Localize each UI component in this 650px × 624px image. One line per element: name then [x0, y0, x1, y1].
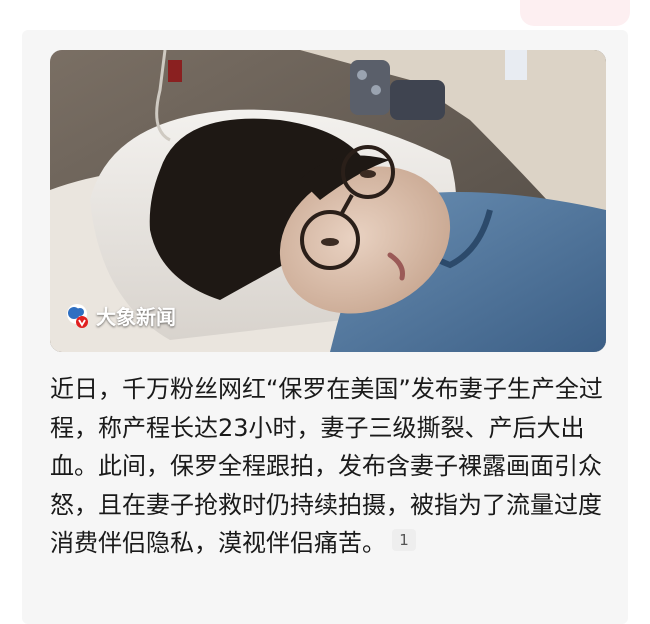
top-decoration — [520, 0, 630, 26]
reference-badge[interactable]: 1 — [392, 529, 416, 551]
article-paragraph: 近日，千万粉丝网红“保罗在美国”发布妻子生产全过程，称产程长达23小时，妻子三级… — [50, 370, 620, 563]
elephant-v-logo-icon — [64, 303, 90, 329]
watermark-text: 大象新闻 — [96, 305, 176, 329]
article-text: 近日，千万粉丝网红“保罗在美国”发布妻子生产全过程，称产程长达23小时，妻子三级… — [50, 375, 603, 557]
news-photo[interactable]: 大象新闻 — [50, 50, 606, 352]
article-body: 近日，千万粉丝网红“保罗在美国”发布妻子生产全过程，称产程长达23小时，妻子三级… — [50, 370, 620, 563]
watermark: 大象新闻 — [64, 301, 176, 330]
